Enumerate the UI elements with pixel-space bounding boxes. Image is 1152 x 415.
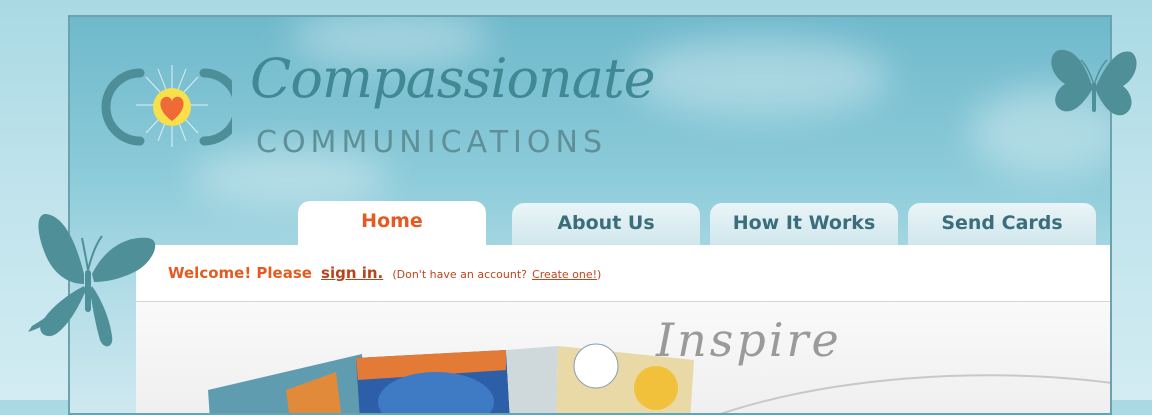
- butterfly-icon: [28, 214, 156, 347]
- content-area: Welcome! Please sign in. (Don't have an …: [136, 245, 1110, 413]
- tab-home[interactable]: Home: [298, 201, 486, 249]
- butterfly-icon: [1051, 49, 1137, 116]
- brand-name-script: Compassionate: [250, 47, 656, 110]
- page-frame: Compassionate COMMUNICATIONS Home About …: [68, 15, 1112, 415]
- heart-logo-icon[interactable]: [92, 59, 232, 159]
- welcome-greeting: Welcome! Please: [168, 264, 312, 282]
- tab-how-it-works[interactable]: How It Works: [710, 203, 898, 247]
- cloud-decoration: [630, 37, 890, 117]
- account-note: (Don't have an account?: [392, 268, 527, 281]
- tab-send-cards[interactable]: Send Cards: [908, 203, 1096, 247]
- tab-about-us[interactable]: About Us: [512, 203, 700, 247]
- sign-in-link[interactable]: sign in.: [321, 264, 383, 282]
- welcome-bar: Welcome! Please sign in. (Don't have an …: [136, 245, 1110, 302]
- create-account-link[interactable]: Create one!: [532, 268, 597, 281]
- account-note-close: ): [597, 268, 602, 281]
- welcome-message: Welcome! Please sign in. (Don't have an …: [168, 263, 601, 282]
- greeting-cards-image: [208, 343, 694, 413]
- brand-name-caps: COMMUNICATIONS: [256, 125, 607, 160]
- main-nav: Home About Us How It Works Send Cards: [298, 201, 1108, 249]
